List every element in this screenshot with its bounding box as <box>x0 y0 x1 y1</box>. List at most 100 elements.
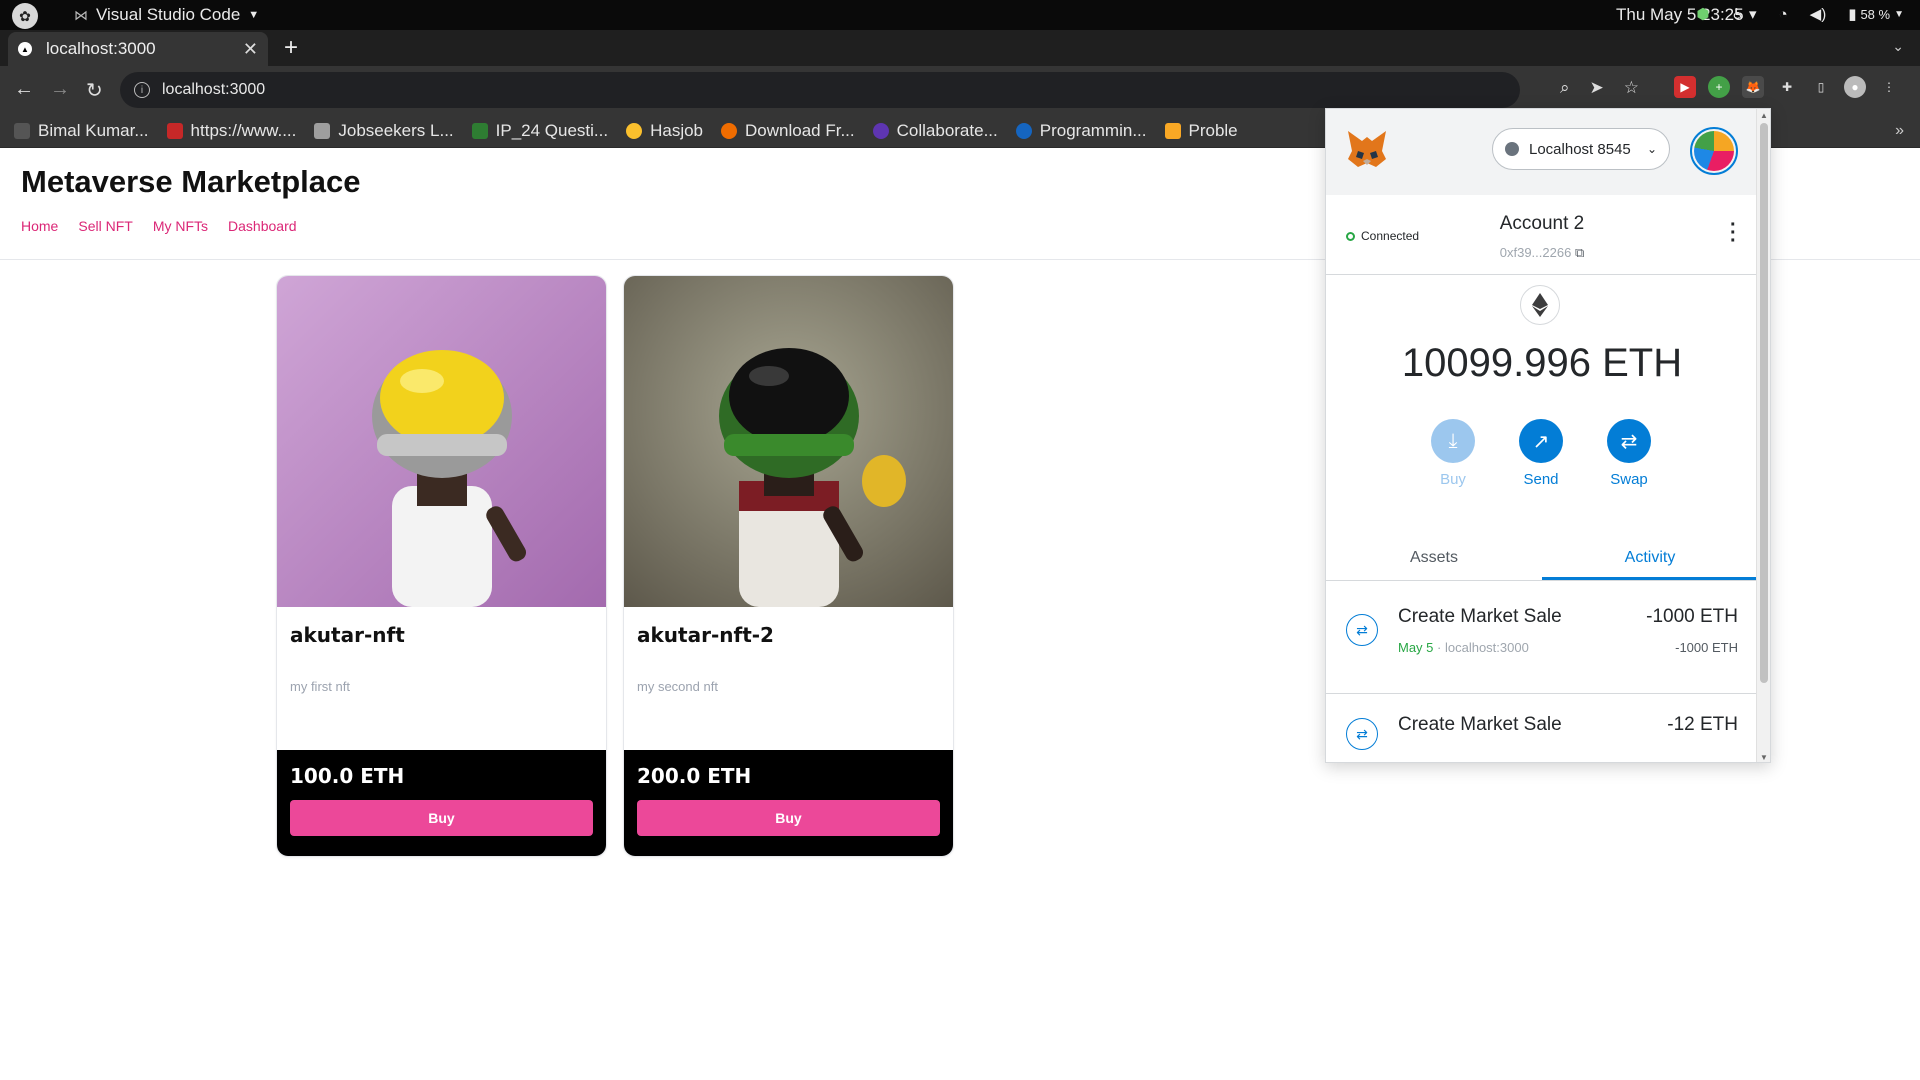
kebab-menu-icon[interactable]: ⋮ <box>1878 76 1900 98</box>
tab-activity[interactable]: Activity <box>1542 533 1758 580</box>
nft-name: akutar-nft-2 <box>637 623 774 647</box>
account-name: Account 2 <box>1499 213 1585 234</box>
bookmark-item[interactable]: Download Fr... <box>721 121 855 141</box>
activity-item[interactable]: ⇄ Create Market Sale -12 ETH <box>1326 694 1758 762</box>
bookmark-favicon-icon <box>626 122 643 139</box>
nft-card: akutar-nft-2 my second nft 200.0 ETH Buy <box>623 275 954 857</box>
download-icon: ⤓ <box>1431 419 1475 463</box>
page-title: Metaverse Marketplace <box>21 164 361 199</box>
system-tray[interactable]: ⬢ ♿ ▾ ◔ ◀) ▮ 58 % ▼ <box>1696 5 1904 24</box>
activity-amount: -12 ETH <box>1667 714 1738 735</box>
chevron-down-icon: ⌄ <box>1646 142 1657 156</box>
bookmark-star-icon[interactable]: ☆ <box>1624 78 1639 98</box>
activity-item[interactable]: ⇄ Create Market Sale -1000 ETH May 5 · l… <box>1326 582 1758 694</box>
youtube-extension-icon[interactable]: ▶ <box>1674 76 1696 98</box>
bookmark-item[interactable]: Jobseekers L... <box>314 121 454 141</box>
battery-text: 58 % <box>1860 6 1891 22</box>
bookmark-label: Collaborate... <box>896 120 998 140</box>
buy-action-button[interactable]: ⤓ Buy <box>1430 419 1476 488</box>
send-icon[interactable]: ➤ <box>1590 78 1604 98</box>
bookmark-label: Bimal Kumar... <box>38 120 149 140</box>
tab-search-icon[interactable]: ⌄ <box>1892 38 1904 55</box>
swap-icon: ⇄ <box>1607 419 1651 463</box>
scroll-up-icon[interactable]: ▲ <box>1760 111 1768 120</box>
site-info-icon[interactable]: i <box>134 82 150 98</box>
bookmark-label: IP_24 Questi... <box>495 120 609 140</box>
metamask-extension-icon[interactable]: 🦊 <box>1742 76 1764 98</box>
account-address-text: 0xf39...2266 <box>1499 245 1572 260</box>
nft-artwork-image <box>624 276 953 607</box>
nft-grid: akutar-nft my first nft 100.0 ETH Buy ak… <box>276 275 954 857</box>
swap-icon: ⇄ <box>1346 614 1378 646</box>
bookmark-label: Proble <box>1188 120 1238 140</box>
buy-button[interactable]: Buy <box>637 800 940 836</box>
battery-indicator: ▮ 58 % ▼ <box>1848 5 1904 23</box>
network-status-icon <box>1505 142 1519 156</box>
bookmark-favicon-icon <box>872 122 889 139</box>
nft-price: 200.0 ETH <box>637 764 752 788</box>
bookmark-item[interactable]: Collaborate... <box>872 120 998 141</box>
arrow-up-right-icon: ↗ <box>1519 419 1563 463</box>
bookmark-item[interactable]: IP_24 Questi... <box>471 120 609 141</box>
nav-link-home[interactable]: Home <box>21 218 58 234</box>
nav-link-dashboard[interactable]: Dashboard <box>228 218 297 234</box>
nft-image <box>277 276 606 607</box>
bookmark-label: Hasjob <box>650 120 704 140</box>
scrollbar-thumb[interactable] <box>1760 123 1768 683</box>
price-panel: 100.0 ETH Buy <box>277 750 606 856</box>
browser-tab[interactable]: ▲ localhost:3000 ✕ <box>8 32 268 66</box>
os-top-bar: ✿ ⋈ Visual Studio Code ▼ Thu May 5 23:25… <box>0 0 1920 30</box>
nav-link-sell-nft[interactable]: Sell NFT <box>78 218 132 234</box>
new-tab-button[interactable]: + <box>284 34 298 62</box>
bookmark-item[interactable]: https://www.... <box>166 121 296 141</box>
scroll-down-icon[interactable]: ▼ <box>1760 753 1768 762</box>
bookmark-item[interactable]: Proble <box>1164 120 1238 141</box>
reload-button[interactable]: ↻ <box>86 78 103 103</box>
network-selector[interactable]: Localhost 8545 ⌄ <box>1492 128 1670 170</box>
bookmark-favicon-icon <box>471 122 488 139</box>
accessibility-icon: ♿ ▾ <box>1731 6 1757 23</box>
bookmark-item[interactable]: Bimal Kumar... <box>14 121 149 141</box>
activities-icon[interactable]: ✿ <box>12 3 38 29</box>
bookmark-favicon-icon <box>1015 122 1032 139</box>
account-bar: Connected Account 2 0xf39...2266 ⧉ · · · <box>1326 195 1758 275</box>
account-address[interactable]: 0xf39...2266 ⧉ <box>1326 245 1758 261</box>
metamask-header: Localhost 8545 ⌄ <box>1326 109 1758 195</box>
activity-title: Create Market Sale <box>1398 714 1562 735</box>
bookmark-item[interactable]: Programmin... <box>1015 121 1147 141</box>
nft-artwork-image <box>277 276 606 607</box>
close-tab-icon[interactable]: ✕ <box>243 39 258 60</box>
metamask-fox-icon <box>1348 131 1386 167</box>
activity-title: Create Market Sale <box>1398 606 1562 627</box>
popup-scrollbar[interactable]: ▲ ▼ <box>1756 109 1770 762</box>
back-button[interactable]: ← <box>14 78 34 101</box>
copy-icon: ⧉ <box>1574 245 1585 260</box>
side-panel-icon[interactable]: ▯ <box>1810 76 1832 98</box>
wifi-icon: ◔ <box>1778 5 1788 23</box>
zoom-icon[interactable]: ⌕ <box>1560 78 1570 98</box>
tab-assets[interactable]: Assets <box>1326 533 1542 580</box>
more-bookmarks-icon[interactable]: » <box>1895 122 1904 140</box>
price-panel: 200.0 ETH Buy <box>624 750 953 856</box>
tab-title: localhost:3000 <box>46 39 156 58</box>
app-menu[interactable]: ⋈ Visual Studio Code ▼ <box>74 5 259 25</box>
bookmark-item[interactable]: Hasjob <box>626 121 703 141</box>
puzzle-extensions-icon[interactable]: ✚ <box>1776 76 1798 98</box>
account-avatar[interactable] <box>1690 127 1738 175</box>
address-bar[interactable]: i localhost:3000 <box>120 72 1520 108</box>
swap-icon: ⇄ <box>1346 718 1378 750</box>
green-extension-icon[interactable]: + <box>1708 76 1730 98</box>
buy-button[interactable]: Buy <box>290 800 593 836</box>
ethereum-icon <box>1520 285 1560 325</box>
profile-avatar-icon[interactable]: ● <box>1844 76 1866 98</box>
account-options-icon[interactable]: · · · <box>1730 215 1737 251</box>
swap-action-button[interactable]: ⇄ Swap <box>1606 419 1652 488</box>
bookmark-favicon-icon <box>166 122 183 139</box>
action-label: Buy <box>1440 471 1466 488</box>
activity-subtitle: May 5 · localhost:3000 <box>1398 640 1529 655</box>
nav-link-my-nfts[interactable]: My NFTs <box>153 218 208 234</box>
chevron-down-icon: ▼ <box>1894 8 1904 20</box>
forward-button[interactable]: → <box>50 78 70 101</box>
send-action-button[interactable]: ↗ Send <box>1518 419 1564 488</box>
nft-price: 100.0 ETH <box>290 764 405 788</box>
